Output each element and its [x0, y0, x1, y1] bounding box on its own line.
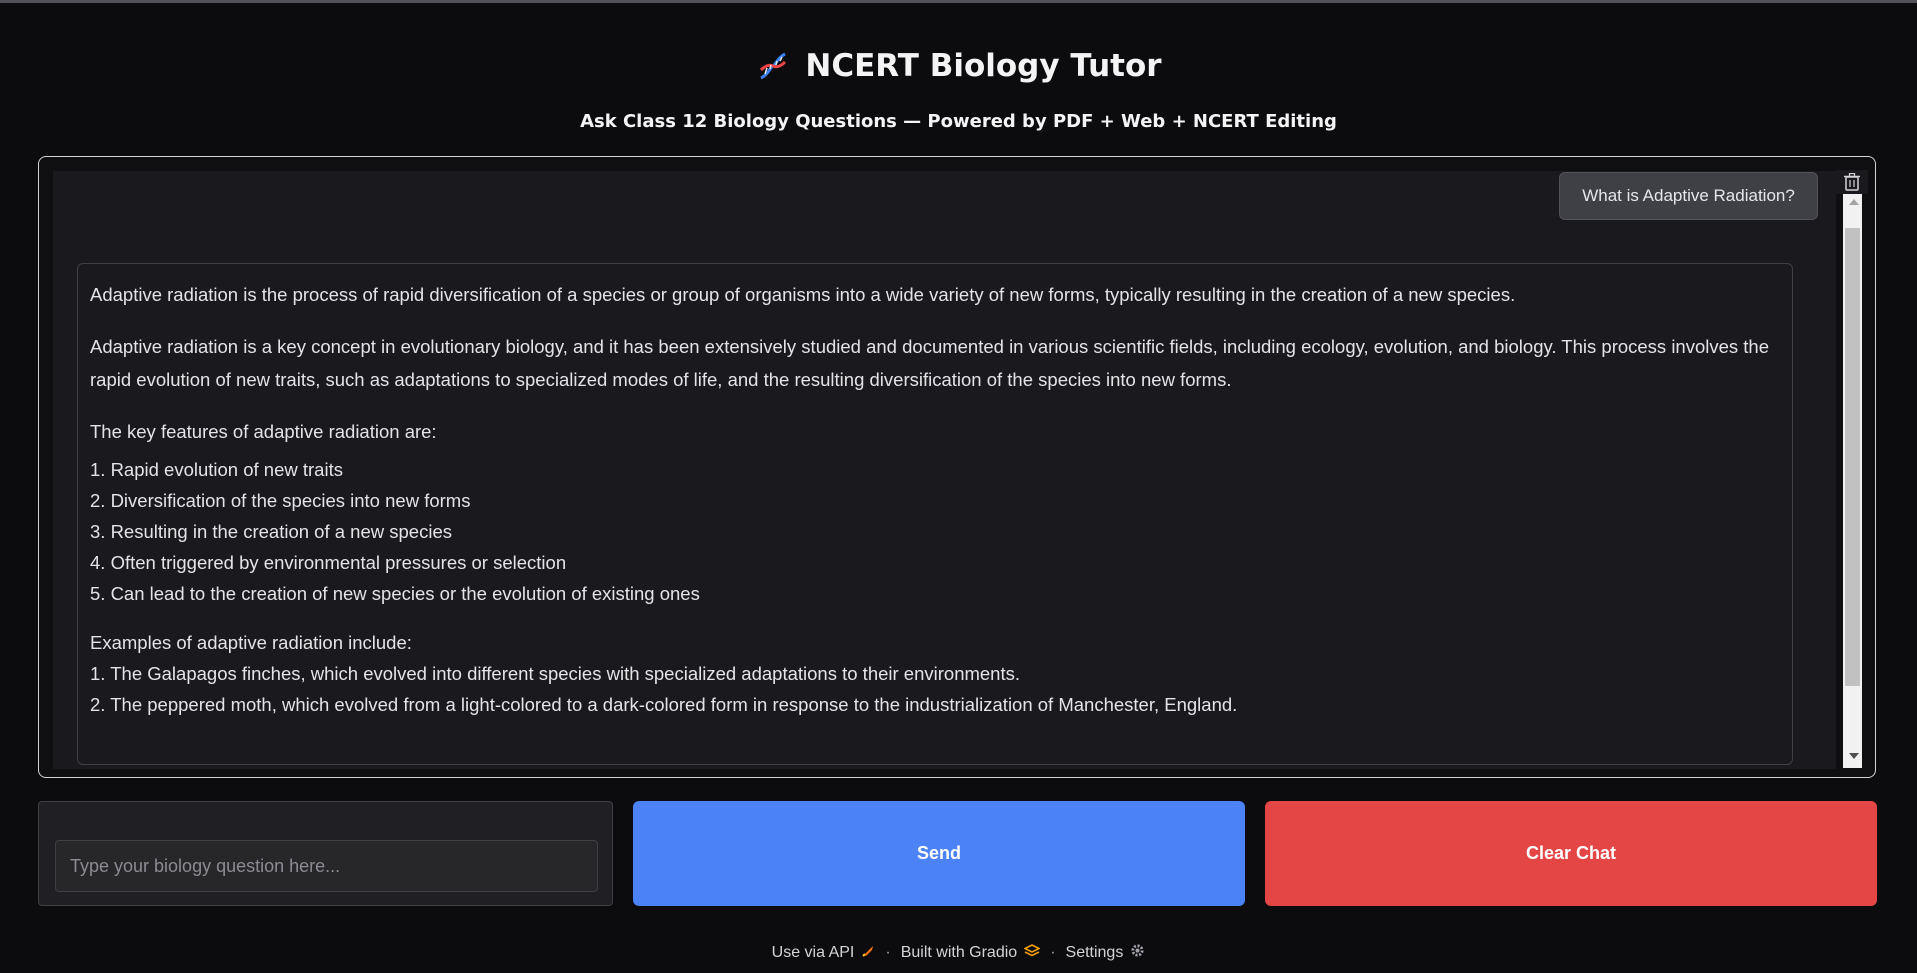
clear-chat-button[interactable]: Clear Chat: [1265, 801, 1877, 906]
gradio-link-label: Built with Gradio: [900, 944, 1018, 961]
question-input-panel: [38, 801, 613, 906]
list-item: 1. The Galapagos finches, which evolved …: [90, 663, 1020, 684]
bot-paragraph: Adaptive radiation is the process of rap…: [90, 284, 1516, 305]
gradio-logo-icon: [1023, 943, 1041, 963]
settings-link[interactable]: Settings: [1066, 943, 1146, 963]
scrollbar-thumb[interactable]: [1845, 228, 1860, 686]
built-with-gradio-link[interactable]: Built with Gradio: [900, 943, 1041, 963]
list-item: 4. Often triggered by environmental pres…: [90, 552, 567, 573]
dna-icon: [755, 48, 791, 84]
settings-link-label: Settings: [1065, 944, 1124, 961]
list-item: 2. Diversification of the species into n…: [90, 490, 471, 511]
send-button[interactable]: Send: [633, 801, 1245, 906]
top-border: [0, 0, 1917, 3]
list-item: 1. Rapid evolution of new traits: [90, 459, 343, 480]
user-message: What is Adaptive Radiation?: [1559, 172, 1818, 220]
list-item: 2. The peppered moth, which evolved from…: [90, 694, 1238, 715]
title-text: NCERT Biology Tutor: [805, 48, 1162, 84]
examples-heading: Examples of adaptive radiation include:: [90, 632, 412, 653]
scroll-up-icon[interactable]: [1849, 199, 1859, 205]
bot-message: Adaptive radiation is the process of rap…: [77, 263, 1793, 765]
rocket-icon: [861, 944, 875, 963]
features-heading: The key features of adaptive radiation a…: [90, 421, 437, 442]
question-input[interactable]: [55, 840, 598, 892]
footer: Use via API · Built with Gradio · Settin…: [0, 943, 1917, 963]
bot-paragraph: Adaptive radiation is a key concept in e…: [90, 336, 1770, 390]
api-link-label: Use via API: [771, 944, 855, 961]
list-item: 5. Can lead to the creation of new speci…: [90, 583, 700, 604]
scroll-down-icon[interactable]: [1849, 753, 1859, 759]
chat-scrollbar[interactable]: [1843, 194, 1862, 768]
list-item: 3. Resulting in the creation of a new sp…: [90, 521, 452, 542]
trash-icon[interactable]: [1836, 170, 1868, 194]
use-via-api-link[interactable]: Use via API: [772, 944, 876, 963]
footer-separator: ·: [1050, 944, 1056, 961]
gear-icon: [1130, 943, 1145, 963]
page-title: NCERT Biology Tutor: [0, 48, 1917, 84]
subtitle: Ask Class 12 Biology Questions — Powered…: [580, 111, 1337, 132]
footer-separator: ·: [885, 944, 891, 961]
